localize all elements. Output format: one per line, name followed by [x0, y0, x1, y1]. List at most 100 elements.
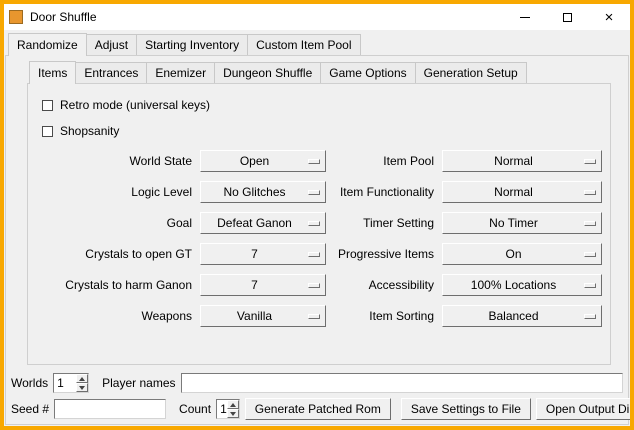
- dropdown-value: 100% Locations: [443, 278, 584, 292]
- crystals-open-gt-label: Crystals to open GT: [38, 247, 192, 261]
- progressive-items-dropdown[interactable]: On: [442, 243, 602, 265]
- count-label: Count: [179, 402, 211, 416]
- timer-setting-dropdown[interactable]: No Timer: [442, 212, 602, 234]
- progressive-items-label: Progressive Items: [334, 247, 434, 261]
- logic-level-label: Logic Level: [38, 185, 192, 199]
- seed-input[interactable]: [54, 399, 166, 419]
- window: Door Shuffle × Randomize Adjust Starting…: [0, 0, 634, 430]
- window-title: Door Shuffle: [30, 10, 97, 24]
- client-area: Randomize Adjust Starting Inventory Cust…: [4, 30, 630, 426]
- spinner-arrows: [76, 374, 88, 392]
- worlds-label: Worlds: [11, 376, 48, 390]
- logic-level-dropdown[interactable]: No Glitches: [200, 181, 326, 203]
- weapons-dropdown[interactable]: Vanilla: [200, 305, 326, 327]
- crystals-harm-ganon-label: Crystals to harm Ganon: [38, 278, 192, 292]
- arrow-down-icon: [230, 412, 236, 416]
- worlds-row: Worlds 1 Player names: [11, 372, 623, 394]
- arrow-down-icon: [79, 386, 85, 390]
- spin-up-button[interactable]: [76, 374, 88, 383]
- titlebar: Door Shuffle ×: [4, 4, 630, 30]
- spinner-arrows: [227, 400, 239, 418]
- dropdown-value: Normal: [443, 154, 584, 168]
- dropdown-value: 7: [201, 247, 308, 261]
- spin-down-button[interactable]: [76, 383, 88, 392]
- dropdown-indicator-icon: [308, 221, 320, 226]
- dropdown-value: Defeat Ganon: [201, 216, 308, 230]
- player-names-label: Player names: [102, 376, 175, 390]
- spin-up-button[interactable]: [227, 400, 239, 409]
- dropdown-indicator-icon: [584, 252, 596, 257]
- seed-row: Seed # Count 1 Generate Patched Rom Save…: [11, 398, 623, 420]
- dropdown-indicator-icon: [584, 283, 596, 288]
- shopsanity-checkbox[interactable]: Shopsanity: [42, 124, 610, 138]
- dropdown-value: Balanced: [443, 309, 584, 323]
- weapons-label: Weapons: [38, 309, 192, 323]
- dropdown-value: No Timer: [443, 216, 584, 230]
- dropdown-value: No Glitches: [201, 185, 308, 199]
- options-form: World State Open Item Pool Normal Logic …: [38, 150, 610, 327]
- tab-dungeon-shuffle[interactable]: Dungeon Shuffle: [214, 62, 321, 83]
- minimize-button[interactable]: [504, 4, 546, 30]
- dropdown-indicator-icon: [584, 190, 596, 195]
- checkbox-icon: [42, 126, 53, 137]
- tab-enemizer[interactable]: Enemizer: [146, 62, 215, 83]
- minimize-icon: [520, 17, 530, 18]
- dropdown-value: Normal: [443, 185, 584, 199]
- dropdown-indicator-icon: [308, 190, 320, 195]
- shopsanity-label: Shopsanity: [60, 124, 119, 138]
- player-names-input[interactable]: [181, 373, 624, 393]
- close-icon: ×: [605, 10, 614, 25]
- dropdown-indicator-icon: [308, 252, 320, 257]
- app-icon: [9, 10, 23, 24]
- dropdown-value: 7: [201, 278, 308, 292]
- crystals-harm-ganon-dropdown[interactable]: 7: [200, 274, 326, 296]
- checkbox-icon: [42, 100, 53, 111]
- world-state-dropdown[interactable]: Open: [200, 150, 326, 172]
- dropdown-indicator-icon: [308, 314, 320, 319]
- save-settings-button[interactable]: Save Settings to File: [401, 398, 531, 420]
- accessibility-label: Accessibility: [334, 278, 434, 292]
- item-pool-dropdown[interactable]: Normal: [442, 150, 602, 172]
- dropdown-indicator-icon: [584, 159, 596, 164]
- tab-starting-inventory[interactable]: Starting Inventory: [136, 34, 248, 55]
- item-sorting-dropdown[interactable]: Balanced: [442, 305, 602, 327]
- goal-dropdown[interactable]: Defeat Ganon: [200, 212, 326, 234]
- worlds-value: 1: [54, 374, 76, 392]
- retro-mode-checkbox[interactable]: Retro mode (universal keys): [42, 98, 610, 112]
- item-sorting-label: Item Sorting: [334, 309, 434, 323]
- top-tabstrip: Randomize Adjust Starting Inventory Cust…: [4, 33, 630, 55]
- dropdown-value: Vanilla: [201, 309, 308, 323]
- dropdown-indicator-icon: [308, 159, 320, 164]
- tab-adjust[interactable]: Adjust: [86, 34, 137, 55]
- goal-label: Goal: [38, 216, 192, 230]
- open-output-directory-button[interactable]: Open Output Directory: [536, 398, 630, 420]
- crystals-open-gt-dropdown[interactable]: 7: [200, 243, 326, 265]
- maximize-button[interactable]: [546, 4, 588, 30]
- worlds-spinbox[interactable]: 1: [53, 373, 89, 393]
- maximize-icon: [563, 13, 572, 22]
- tab-game-options[interactable]: Game Options: [320, 62, 415, 83]
- close-button[interactable]: ×: [588, 4, 630, 30]
- items-tab-pane: Retro mode (universal keys) Shopsanity W…: [27, 83, 611, 365]
- arrow-up-icon: [230, 403, 236, 407]
- tab-randomize[interactable]: Randomize: [8, 33, 87, 56]
- seed-label: Seed #: [11, 402, 49, 416]
- tab-custom-item-pool[interactable]: Custom Item Pool: [247, 34, 360, 55]
- tab-items[interactable]: Items: [29, 61, 76, 84]
- spin-down-button[interactable]: [227, 409, 239, 418]
- timer-setting-label: Timer Setting: [334, 216, 434, 230]
- tab-entrances[interactable]: Entrances: [75, 62, 147, 83]
- count-spinbox[interactable]: 1: [216, 399, 240, 419]
- accessibility-dropdown[interactable]: 100% Locations: [442, 274, 602, 296]
- count-value: 1: [217, 400, 227, 418]
- arrow-up-icon: [79, 377, 85, 381]
- tab-generation-setup[interactable]: Generation Setup: [415, 62, 527, 83]
- item-functionality-label: Item Functionality: [334, 185, 434, 199]
- item-functionality-dropdown[interactable]: Normal: [442, 181, 602, 203]
- world-state-label: World State: [38, 154, 192, 168]
- generate-patched-rom-button[interactable]: Generate Patched Rom: [245, 398, 391, 420]
- retro-mode-label: Retro mode (universal keys): [60, 98, 210, 112]
- dropdown-value: On: [443, 247, 584, 261]
- dropdown-indicator-icon: [584, 221, 596, 226]
- window-controls: ×: [504, 4, 630, 30]
